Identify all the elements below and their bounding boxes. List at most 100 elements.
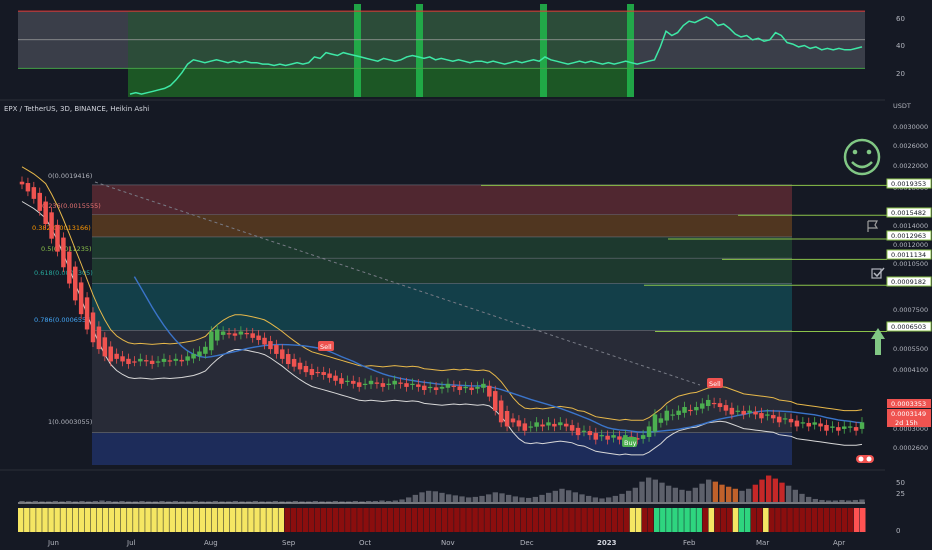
- oscillator-bar: [775, 508, 781, 532]
- volume-bar: [219, 501, 225, 503]
- volume-bar: [226, 501, 232, 503]
- oscillator-bar: [805, 508, 811, 532]
- candle-body: [285, 354, 291, 365]
- oscillator-bar: [799, 508, 805, 532]
- volume-bar: [506, 494, 512, 502]
- candle-body: [658, 418, 664, 423]
- oscillator-bar: [314, 508, 321, 532]
- volume-bar: [666, 485, 672, 502]
- candle-body: [575, 427, 581, 436]
- volume-bar: [179, 501, 185, 503]
- candle-body: [581, 430, 587, 432]
- volume-bar: [692, 487, 698, 502]
- candle-body: [191, 353, 196, 359]
- oscillator-bar: [763, 508, 769, 532]
- volume-bar: [159, 500, 165, 502]
- volume-bar: [79, 500, 85, 502]
- oscillator-bar: [756, 508, 763, 532]
- x-tick-label: Jun: [47, 539, 59, 547]
- volume-bar: [639, 481, 645, 502]
- fib-zone: [92, 330, 792, 433]
- oscillator-bar: [520, 508, 527, 532]
- volume-bar: [92, 500, 98, 502]
- candle-body: [368, 380, 374, 385]
- sell-signal-text: Sell: [709, 380, 721, 388]
- volume-bar: [412, 494, 418, 502]
- candle-body: [114, 353, 119, 359]
- replay-toggle-icon[interactable]: [856, 455, 874, 463]
- candle-body: [729, 407, 735, 415]
- oscillator-bar: [332, 508, 339, 532]
- candle-body: [439, 386, 445, 389]
- rsi-green-zones: [128, 4, 634, 97]
- oscillator-bar: [78, 508, 85, 532]
- candle-body: [345, 380, 350, 382]
- rsi-signal-bar: [416, 4, 423, 97]
- oscillator-bar: [381, 508, 387, 532]
- candle-body: [422, 385, 427, 391]
- oscillator-bar: [466, 508, 472, 532]
- volume-bar: [819, 499, 825, 502]
- volume-bar: [659, 482, 665, 502]
- price-tick-label: 0.0007500: [893, 306, 928, 314]
- level-badge-text: 0.0011134: [891, 251, 926, 259]
- candle-body: [853, 427, 859, 431]
- level-badge-text: 0.0019353: [891, 180, 926, 188]
- volume-bar: [526, 497, 532, 502]
- candle-body: [433, 387, 439, 391]
- volume-bar: [712, 481, 718, 502]
- volume-bar: [586, 495, 592, 502]
- volume-bar: [552, 490, 558, 502]
- candle-body: [19, 181, 25, 185]
- volume-bar: [366, 500, 372, 502]
- candle-body: [759, 413, 764, 419]
- oscillator-bar: [272, 508, 278, 532]
- volume-bar: [452, 495, 458, 502]
- volume-bar: [806, 496, 812, 502]
- oscillator-bar: [496, 508, 503, 532]
- candle-body: [256, 335, 261, 341]
- oscillator-bar: [169, 508, 175, 532]
- candle-body: [197, 351, 202, 357]
- price-tick-label: 0.0014000: [893, 222, 928, 230]
- rsi-green-region: [128, 68, 630, 97]
- oscillator-bar: [611, 508, 618, 532]
- oscillator-bar: [684, 508, 690, 532]
- volume-bar: [339, 501, 345, 503]
- volume-bar: [499, 493, 505, 502]
- volume-bar: [426, 490, 432, 502]
- x-tick-label: Oct: [359, 539, 371, 547]
- oscillator-bar: [690, 508, 696, 532]
- oscillator-bar: [605, 508, 612, 532]
- candle-body: [481, 383, 486, 388]
- price-tick-label: 0.0004100: [893, 366, 928, 374]
- candle-body: [475, 386, 480, 389]
- candle-body: [25, 183, 31, 192]
- volume-bar: [72, 501, 78, 503]
- volume-bar: [112, 501, 118, 503]
- oscillator-bar: [151, 508, 157, 532]
- volume-bar: [246, 501, 252, 503]
- candle-body: [232, 333, 238, 336]
- oscillator-bar: [448, 508, 454, 532]
- last-price-text: 0.0003149: [891, 410, 926, 418]
- volume-bar: [19, 500, 25, 502]
- oscillator-bar: [266, 508, 272, 532]
- price-tick-label: 0.0005500: [893, 345, 928, 353]
- volume-bar: [646, 477, 652, 502]
- volume-bar: [66, 500, 72, 502]
- oscillator-bar: [308, 508, 315, 532]
- fib-label: 0.382(0.0013166): [32, 224, 91, 232]
- oscillator-bar: [363, 508, 369, 532]
- volume-bar: [259, 501, 265, 503]
- volume-bar: [239, 501, 245, 503]
- oscillator-bar: [744, 508, 751, 532]
- volume-bar: [39, 501, 45, 503]
- price-axis-unit: USDT: [893, 102, 911, 110]
- volume-bar: [286, 501, 292, 503]
- oscillator-bar: [36, 508, 42, 532]
- candle-body: [670, 414, 675, 416]
- oscillator-bar: [66, 508, 73, 532]
- oscillator-bar: [290, 508, 297, 532]
- candle-body: [776, 416, 782, 423]
